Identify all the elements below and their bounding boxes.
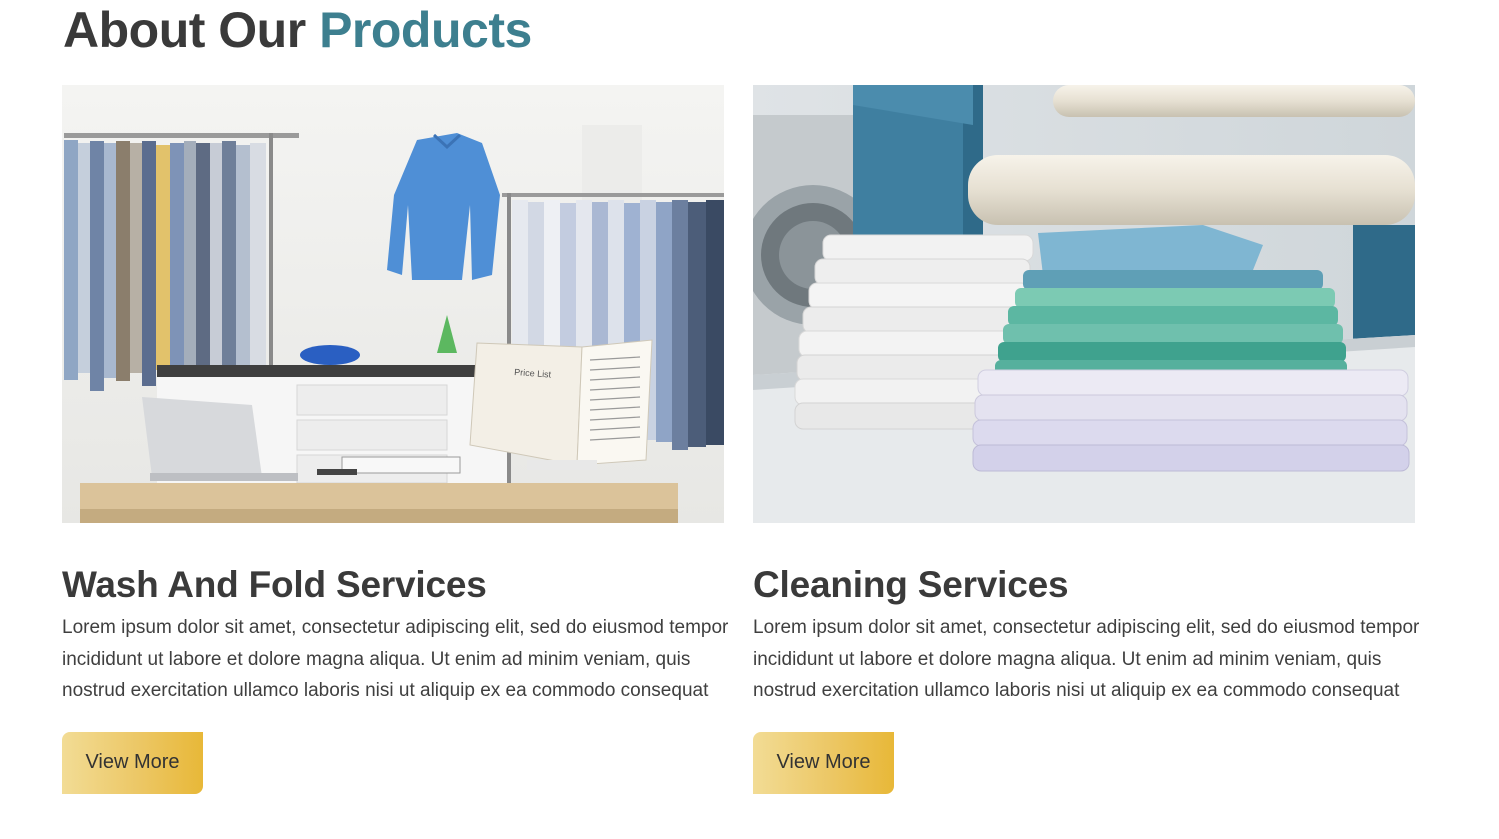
card-description: Lorem ipsum dolor sit amet, consectetur … [62, 617, 729, 701]
section-title-plain: About Our [63, 2, 306, 58]
section-title: About Our Products [63, 2, 532, 58]
product-card-cleaning: Cleaning Services Lorem ipsum dolor sit … [753, 85, 1419, 794]
product-card-wash-fold: Price List Wash And Fold Services Lorem … [62, 85, 728, 794]
card-description: Lorem ipsum dolor sit amet, consectetur … [753, 617, 1420, 701]
view-more-button[interactable]: View More [62, 731, 203, 794]
card-title: Wash And Fold Services [62, 564, 487, 605]
card-title: Cleaning Services [753, 564, 1069, 605]
laundry-shop-image: Price List [62, 85, 724, 523]
view-more-button[interactable]: View More [753, 731, 894, 794]
folded-linens-image [753, 85, 1415, 523]
section-title-accent: Products [319, 2, 532, 58]
